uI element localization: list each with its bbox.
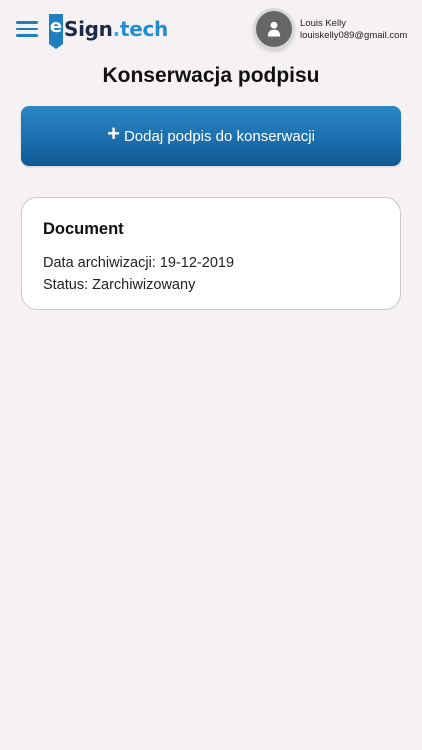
page-title: Konserwacja podpisu [102, 64, 320, 87]
document-title: Document [43, 220, 124, 238]
status-row: Status: Zarchiwizowany [43, 277, 195, 293]
hamburger-menu-icon[interactable] [16, 20, 38, 38]
add-signature-button[interactable]: + Dodaj podpis do konserwacji [21, 106, 401, 166]
logo-brand: Sign [64, 17, 113, 41]
archive-date-label: Data archiwizacji: [43, 255, 160, 271]
document-card[interactable]: Document Data archiwizacji: 19-12-2019 S… [21, 197, 401, 310]
logo-tld: tech [119, 17, 168, 41]
app-header: e Sign.tech Louis Kelly louiskelly089@gm… [0, 0, 422, 60]
logo-wordmark: Sign.tech [64, 14, 168, 44]
user-avatar[interactable] [256, 11, 292, 47]
archive-date-row: Data archiwizacji: 19-12-2019 [43, 255, 234, 271]
status-label: Status: [43, 277, 93, 293]
user-email: louiskelly089@gmail.com [300, 30, 408, 41]
status-value: Zarchiwizowany [92, 277, 196, 293]
add-signature-label: Dodaj podpis do konserwacji [123, 127, 315, 145]
archive-date-value: 19-12-2019 [159, 255, 235, 271]
logo-dot: . [112, 17, 121, 41]
menu-bar [16, 27, 38, 30]
menu-bar [16, 34, 38, 37]
plus-icon: + [107, 121, 120, 146]
menu-bar [16, 21, 38, 24]
user-icon [267, 21, 281, 37]
esign-logo[interactable]: e Sign.tech [49, 14, 168, 49]
logo-e-badge: e [49, 14, 63, 49]
user-name: Louis Kelly [300, 18, 346, 29]
